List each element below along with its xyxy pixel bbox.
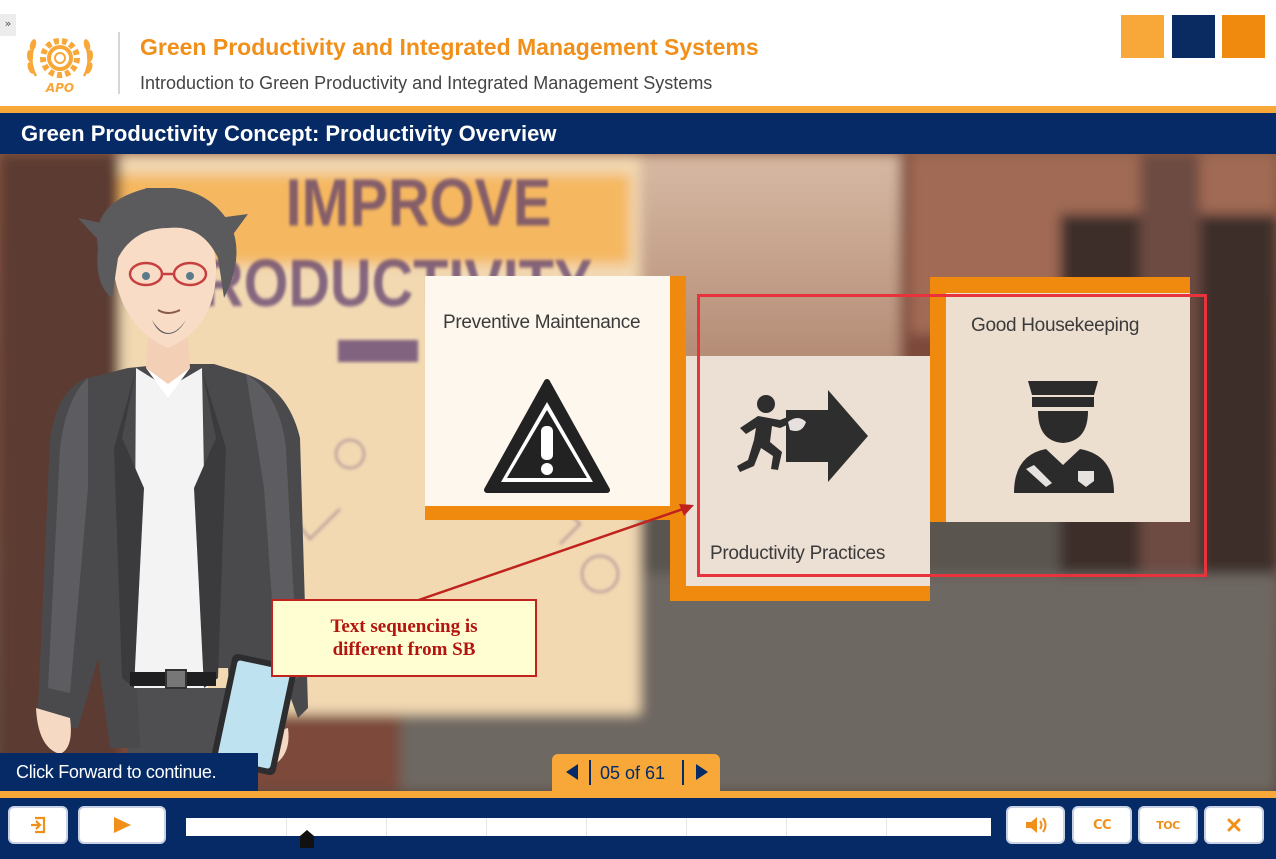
close-button[interactable] (1204, 806, 1264, 844)
next-slide-button[interactable] (692, 762, 712, 782)
course-title: Green Productivity and Integrated Manage… (140, 34, 759, 60)
seek-tick (686, 818, 687, 836)
logo-text: APO (45, 81, 74, 95)
seek-tick (286, 818, 287, 836)
brand-square-light-orange (1121, 15, 1164, 58)
slide-title-bar: Green Productivity Concept: Productivity… (0, 113, 1276, 154)
status-text: Click Forward to continue. (16, 762, 217, 782)
annotation-text: Text sequencing is different from SB (330, 616, 478, 660)
footer-divider (0, 791, 1276, 798)
logo-divider (118, 32, 120, 94)
annotation-highlight-box (697, 294, 1207, 577)
play-button[interactable] (78, 806, 166, 844)
seek-tick (786, 818, 787, 836)
exit-icon (31, 816, 46, 834)
exit-button[interactable] (8, 806, 68, 844)
play-icon (114, 817, 131, 833)
table-of-contents-label: TOC (1156, 818, 1180, 832)
closed-captions-label: CC (1092, 817, 1112, 833)
header-divider (0, 106, 1276, 113)
slide-title: Green Productivity Concept: Productivity… (21, 121, 557, 146)
header: » APO Green Productivity and Integrated … (0, 0, 1276, 106)
seek-thumb[interactable] (299, 830, 315, 848)
close-icon (1227, 818, 1241, 832)
slide-counter: 05 of 61 (600, 763, 666, 783)
card-preventive-maintenance[interactable]: Preventive Maintenance (425, 276, 670, 506)
card-label: Preventive Maintenance (443, 312, 641, 333)
player-controls: CC TOC (0, 798, 1276, 859)
presenter-character (36, 188, 308, 791)
slide-pager: 05 of 61 (552, 754, 720, 791)
pager-divider (589, 760, 591, 785)
expand-panel-button[interactable]: » (0, 14, 16, 36)
slide-stage: IMPROVE PRODUCTIVITY Preventive Maintena… (0, 154, 1276, 791)
seek-tick (386, 818, 387, 836)
closed-captions-button[interactable]: CC (1072, 806, 1132, 844)
previous-slide-button[interactable] (562, 762, 582, 782)
seek-tick (886, 818, 887, 836)
brand-square-orange (1222, 15, 1265, 58)
pager-divider (682, 760, 684, 785)
background-sign-line1: IMPROVE (286, 165, 552, 240)
course-subtitle: Introduction to Green Productivity and I… (140, 73, 713, 93)
brand-square-navy (1172, 15, 1215, 58)
status-bar: Click Forward to continue. (0, 753, 258, 791)
seek-tick (486, 818, 487, 836)
seek-tick (586, 818, 587, 836)
table-of-contents-button[interactable]: TOC (1138, 806, 1198, 844)
apo-logo: APO (26, 38, 94, 95)
seek-bar[interactable] (186, 818, 991, 848)
annotation-callout: Text sequencing is different from SB (271, 599, 537, 677)
warning-triangle-icon (484, 379, 610, 493)
volume-icon (1025, 817, 1046, 833)
volume-button[interactable] (1006, 806, 1065, 844)
